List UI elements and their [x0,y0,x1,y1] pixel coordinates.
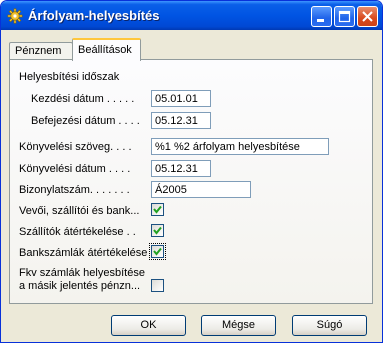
posting-date-field[interactable]: 05.12.31 [151,160,211,177]
adjust-vendors-checkbox[interactable] [151,224,164,237]
posting-description-field[interactable]: %1 %2 árfolyam helyesbítése [151,138,329,155]
period-group-label: Helyesbítési időszak [19,71,120,83]
adjust-gl-label-line1: Fkv számlák helyesbítése [19,267,145,279]
adjust-customers-label: Vevői, szállítói és bank... [19,205,140,217]
adjust-gl-label-line2: a másik jelentés pénzn... [19,280,141,292]
checkmark-icon [153,205,162,214]
gear-icon [7,8,23,24]
end-date-label: Befejezési dátum . . . . [31,115,140,127]
checkmark-icon [153,226,162,235]
checkmark-icon [153,247,162,256]
help-button[interactable]: Súgó [292,315,367,336]
maximize-icon [338,10,351,23]
adjust-bank-checkbox[interactable] [149,243,166,260]
minimize-button[interactable] [311,6,332,27]
adjust-bank-label: Bankszámlák átértékelése [19,247,148,259]
maximize-button[interactable] [334,6,355,27]
settings-panel: Helyesbítési időszak Kezdési dátum . . .… [9,59,373,304]
adjust-customers-checkbox[interactable] [151,203,164,216]
adjust-gl-checkbox[interactable] [151,279,164,292]
cancel-button[interactable]: Mégse [201,315,276,336]
end-date-field[interactable]: 05.12.31 [151,112,211,129]
close-button[interactable] [357,6,378,27]
posting-date-label: Könyvelési dátum . . . . [19,163,131,175]
start-date-label: Kezdési dátum . . . . . [31,93,135,105]
title-bar[interactable]: Árfolyam-helyesbítés [1,1,382,30]
tab-beallitasok[interactable]: Beállítások [72,38,141,61]
dialog-window: Árfolyam-helyesbítés Pénznem Beállítások… [0,0,383,343]
adjust-vendors-label: Szállítók átértékelése . . [19,226,136,238]
posting-description-label: Könyvelési szöveg. . . . [19,141,132,153]
close-icon [362,11,373,22]
minimize-icon [317,19,324,22]
tab-penznem[interactable]: Pénznem [9,42,73,60]
window-title: Árfolyam-helyesbítés [28,8,160,23]
start-date-field[interactable]: 05.01.01 [151,90,211,107]
document-no-label: Bizonylatszám. . . . . . . [19,184,130,196]
ok-button[interactable]: OK [111,315,186,336]
document-no-field[interactable]: Á2005 [151,181,251,198]
